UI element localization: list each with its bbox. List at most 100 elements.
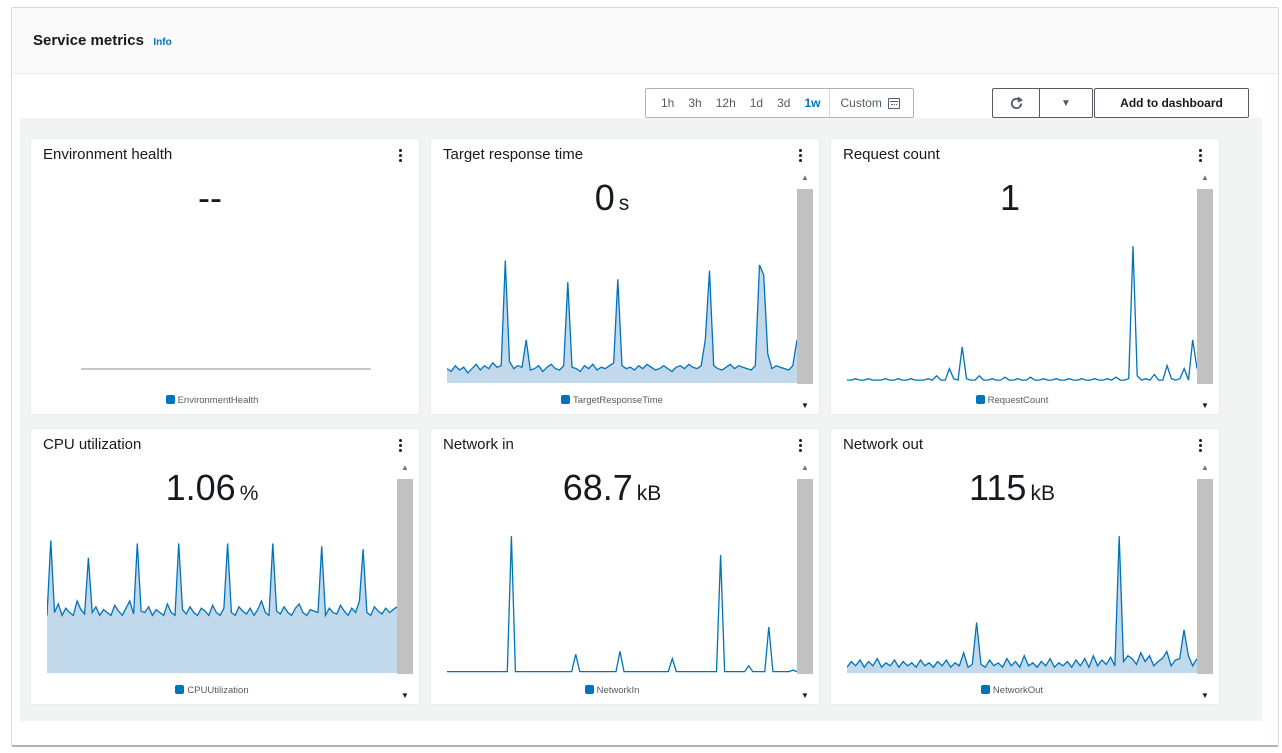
scroll-down-icon[interactable]: ▼ (397, 691, 413, 703)
info-link[interactable]: Info (153, 37, 171, 48)
metric-chart (447, 260, 797, 383)
series-line (847, 246, 1197, 381)
metric-unit: kB (636, 482, 662, 505)
card-title: Target response time (443, 146, 584, 163)
metric-value: 115 kB (831, 467, 1193, 509)
panel-divider (12, 745, 1278, 747)
scroll-thumb[interactable] (797, 479, 813, 674)
card-title: Network in (443, 436, 514, 453)
panel-title: Service metrics (33, 32, 144, 49)
refresh-icon (1010, 96, 1023, 109)
chart-scrollbar[interactable]: ▲ ▼ (397, 463, 413, 703)
metric-chart (47, 540, 397, 673)
metric-chart (447, 536, 797, 673)
legend-swatch (561, 395, 571, 404)
series-area (47, 540, 397, 673)
range-3h[interactable]: 3h (681, 89, 708, 117)
metric-number: 0 (594, 177, 615, 218)
more-vertical-icon[interactable] (399, 439, 403, 452)
refresh-options-dropdown[interactable]: ▼ (1039, 89, 1092, 117)
metric-value: 1 (831, 177, 1193, 219)
scroll-down-icon[interactable]: ▼ (1197, 691, 1213, 703)
range-1d[interactable]: 1d (743, 89, 770, 117)
range-3d[interactable]: 3d (770, 89, 797, 117)
chart-scrollbar[interactable]: ▲ ▼ (1197, 463, 1213, 703)
card-title: Network out (843, 436, 924, 453)
chart-legend: TargetResponseTime (431, 395, 793, 406)
card-title: Environment health (43, 146, 173, 163)
calendar-icon (887, 97, 900, 109)
range-1w[interactable]: 1w (797, 89, 827, 117)
metric-chart (81, 368, 371, 370)
legend-swatch (165, 395, 175, 404)
metric-chart (847, 536, 1197, 673)
metric-number: 115 (969, 467, 1027, 508)
metric-value: 68.7 kB (431, 467, 793, 509)
range-1h[interactable]: 1h (654, 89, 681, 117)
chart-legend: NetworkOut (831, 685, 1193, 696)
more-vertical-icon[interactable] (399, 149, 403, 162)
panel-header: Service metrics Info (12, 8, 1278, 74)
scroll-up-icon[interactable]: ▲ (1197, 463, 1213, 475)
metric-number: 1.06 (165, 467, 236, 508)
refresh-button[interactable] (993, 89, 1039, 117)
scroll-up-icon[interactable]: ▲ (797, 173, 813, 185)
more-vertical-icon[interactable] (1199, 439, 1203, 452)
metric-unit: kB (1030, 482, 1055, 505)
metric-value: -- (31, 177, 393, 219)
scroll-up-icon[interactable]: ▲ (797, 463, 813, 475)
chart-scrollbar[interactable]: ▲ ▼ (797, 173, 813, 413)
legend-label: NetworkOut (992, 685, 1044, 696)
metric-number: 1 (999, 177, 1021, 218)
legend-swatch (175, 685, 185, 694)
legend-label: NetworkIn (596, 685, 640, 696)
add-to-dashboard-button[interactable]: Add to dashboard (1094, 88, 1249, 118)
range-custom[interactable]: Custom (829, 89, 906, 117)
metric-number: -- (198, 177, 222, 218)
more-vertical-icon[interactable] (799, 439, 803, 452)
metrics-grid: Environment health -- EnvironmentHealth Tar… (20, 118, 1262, 721)
series-line (847, 536, 1197, 669)
scroll-down-icon[interactable]: ▼ (797, 691, 813, 703)
metric-card-network-in: Network in 68.7 kB NetworkIn ▲ ▼ (430, 428, 820, 705)
legend-swatch (584, 685, 594, 694)
scroll-down-icon[interactable]: ▼ (1197, 401, 1213, 413)
series-area (847, 536, 1197, 673)
metric-value: 0s (431, 177, 793, 219)
legend-label: CPUUtilization (187, 685, 249, 696)
range-12h[interactable]: 12h (709, 89, 743, 117)
chart-scrollbar[interactable]: ▲ ▼ (1197, 173, 1213, 413)
metric-card-cpu-utilization: CPU utilization 1.06% CPUUtilization ▲ ▼ (30, 428, 420, 705)
chart-scrollbar[interactable]: ▲ ▼ (797, 463, 813, 703)
chart-legend: CPUUtilization (31, 685, 393, 696)
more-vertical-icon[interactable] (1199, 149, 1203, 162)
chart-legend: RequestCount (831, 395, 1193, 406)
metric-card-environment-health: Environment health -- EnvironmentHealth (30, 138, 420, 415)
series-line (447, 260, 797, 374)
scroll-up-icon[interactable]: ▲ (1197, 173, 1213, 185)
chart-legend: EnvironmentHealth (31, 395, 393, 406)
scroll-thumb[interactable] (1197, 479, 1213, 674)
legend-label: TargetResponseTime (573, 395, 663, 406)
chart-legend: NetworkIn (431, 685, 793, 696)
scroll-down-icon[interactable]: ▼ (797, 401, 813, 413)
metric-card-network-out: Network out 115 kB NetworkOut ▲ ▼ (830, 428, 1220, 705)
scroll-thumb[interactable] (397, 479, 413, 674)
time-range-selector: 1h 3h 12h 1d 3d 1w Custom (645, 88, 914, 118)
scroll-thumb[interactable] (797, 189, 813, 384)
scroll-thumb[interactable] (1197, 189, 1213, 384)
metric-chart (847, 246, 1197, 381)
refresh-split-button: ▼ (992, 88, 1093, 118)
metric-unit: s (618, 192, 630, 215)
metric-card-request-count: Request count 1 RequestCount ▲ ▼ (830, 138, 1220, 415)
more-vertical-icon[interactable] (799, 149, 803, 162)
series-line (47, 540, 397, 618)
range-custom-label: Custom (840, 96, 882, 110)
metric-number: 68.7 (562, 467, 633, 508)
caret-down-icon: ▼ (1061, 97, 1071, 109)
legend-swatch (975, 395, 985, 404)
legend-label: EnvironmentHealth (177, 395, 259, 406)
metric-value: 1.06% (31, 467, 393, 509)
card-title: Request count (843, 146, 940, 163)
scroll-up-icon[interactable]: ▲ (397, 463, 413, 475)
